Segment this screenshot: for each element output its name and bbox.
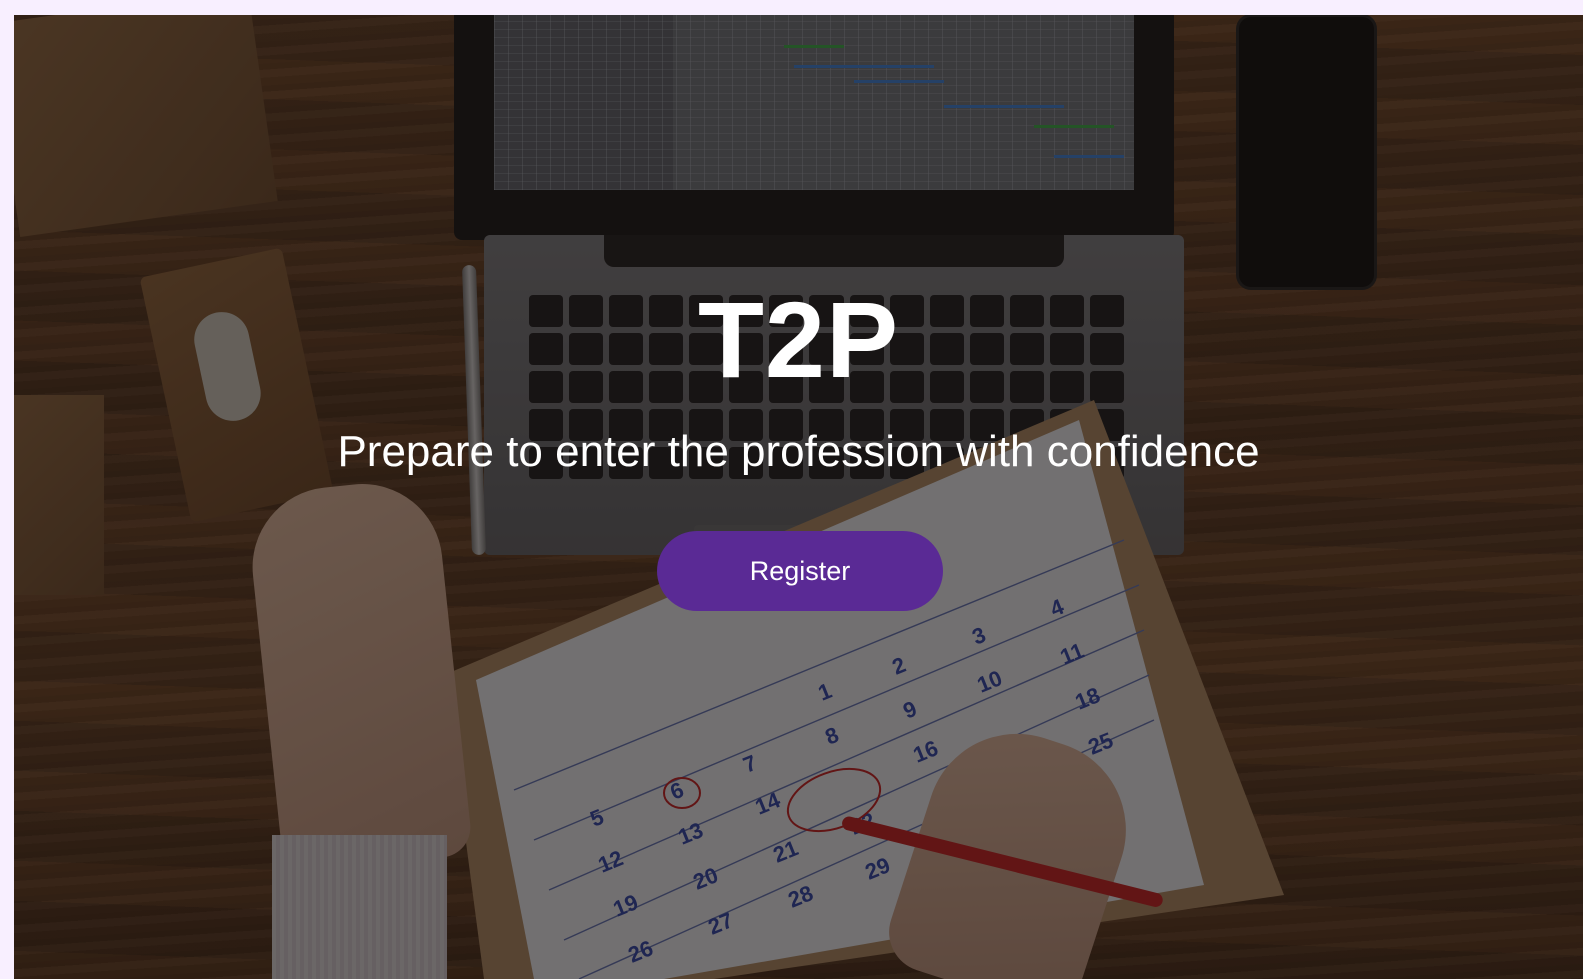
- hero-section: 4 3 2 1 11 10 9 8 7 6 5 18 16 14 13 12 2…: [14, 15, 1583, 979]
- register-button[interactable]: Register: [657, 531, 943, 611]
- dark-overlay: [14, 15, 1583, 979]
- hero-title: T2P: [697, 279, 900, 400]
- hero-subtitle: Prepare to enter the profession with con…: [337, 427, 1260, 476]
